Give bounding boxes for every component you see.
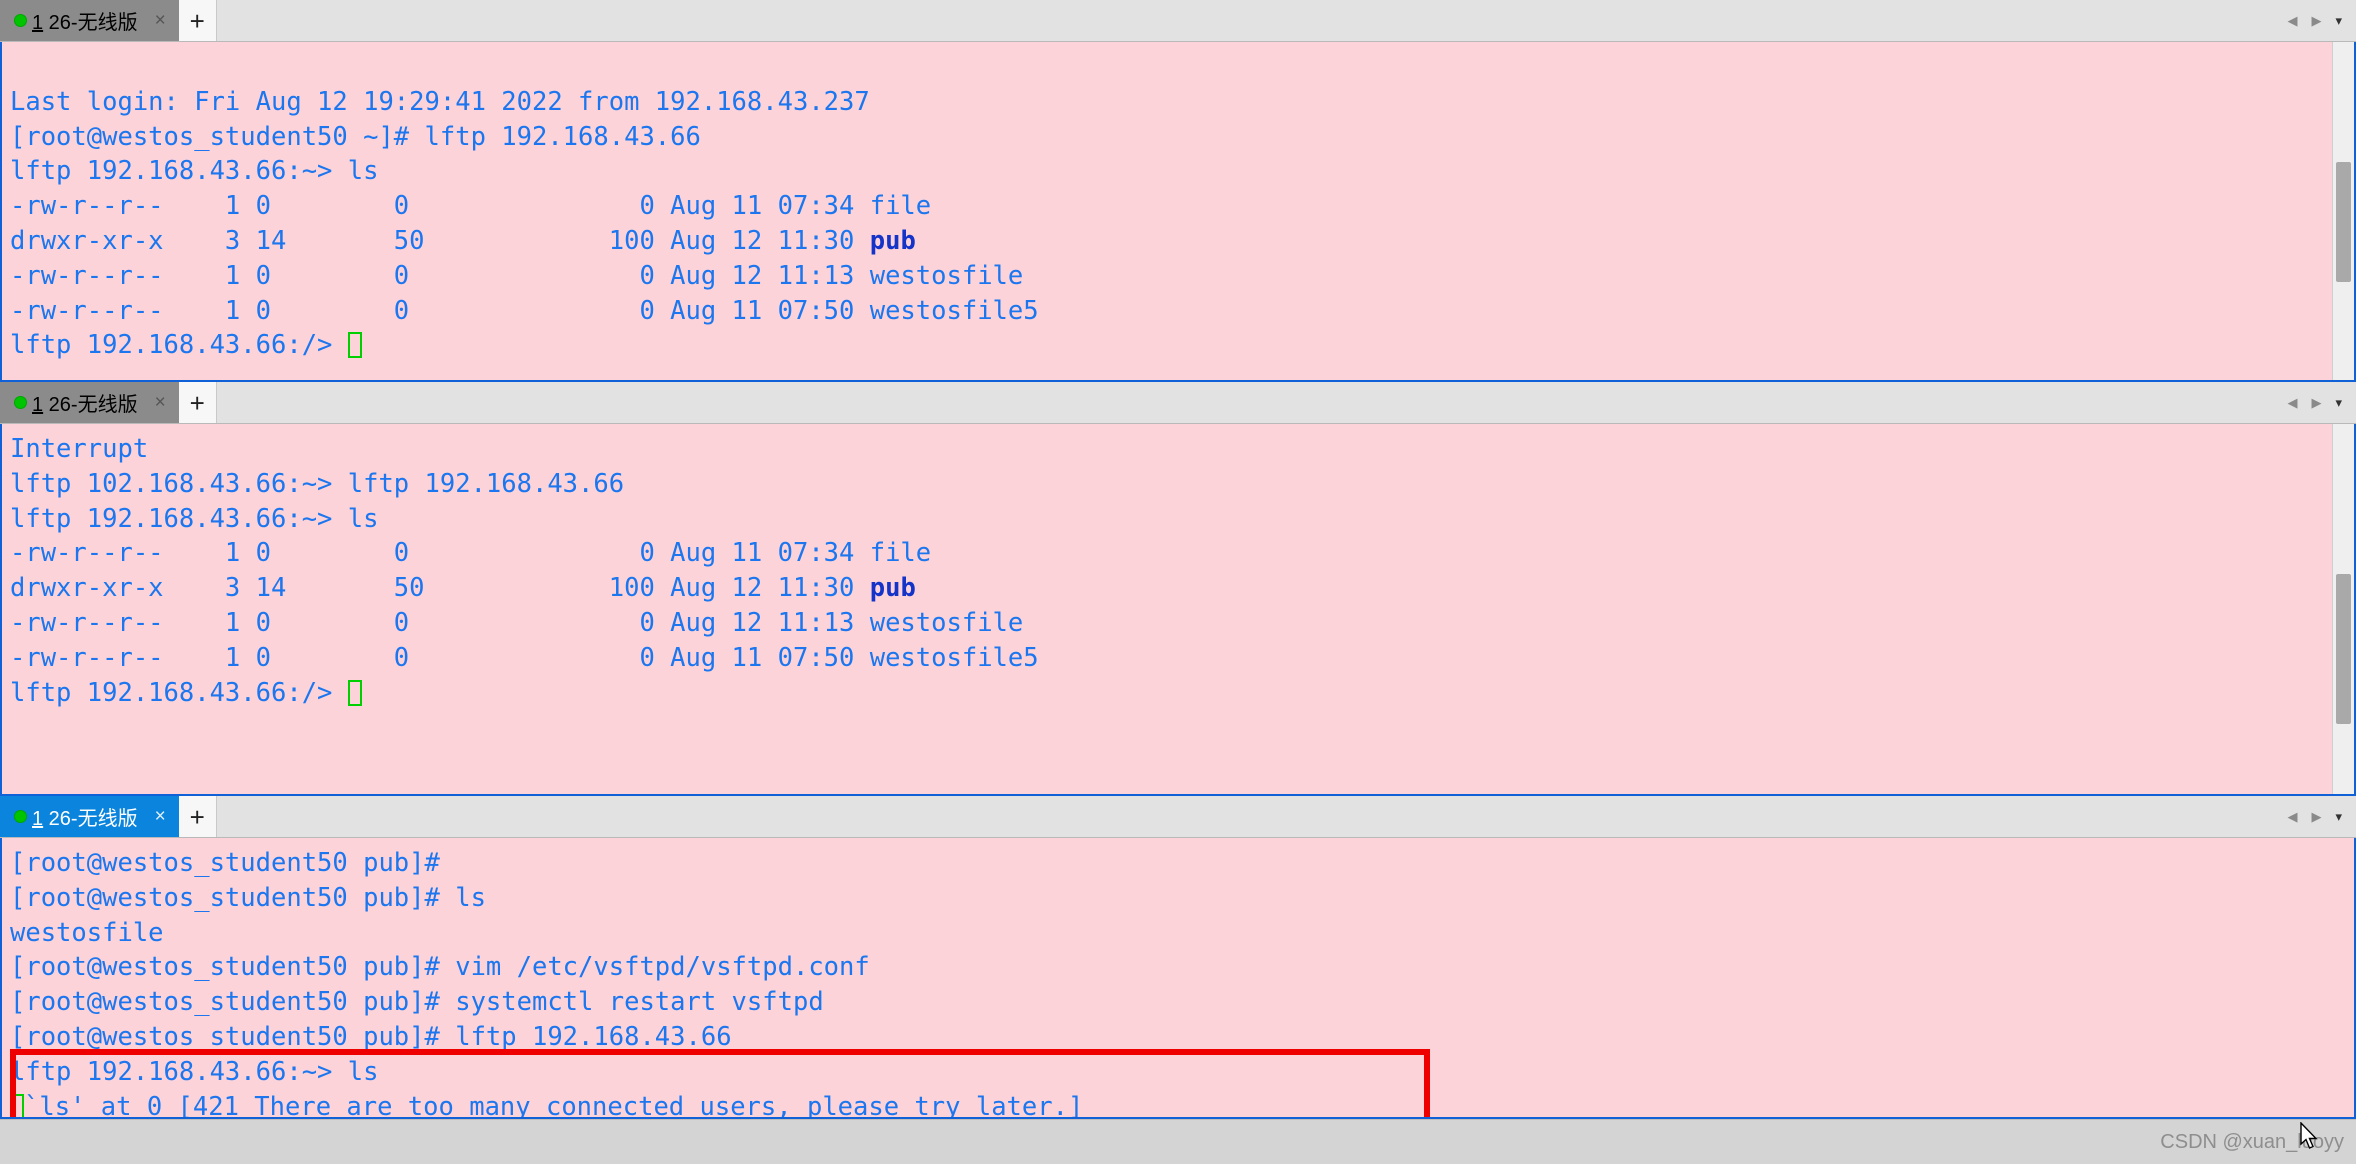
scrollbar-pane-2[interactable] [2332,424,2354,794]
terminal-line: `ls' at 0 [421 There are too many connec… [10,1090,2354,1117]
tab-pane-3[interactable]: 1 26-无线版 × [0,796,179,837]
tab-status-dot-icon [14,810,27,823]
tab-title-text: 26-无线版 [43,394,138,416]
tab-number: 1 [32,12,44,34]
tab-status-dot-icon [14,14,27,27]
terminal-line: [root@westos_student50 pub]# ls [10,882,486,913]
terminal-line: lftp 102.168.43.66:~> lftp 192.168.43.66 [10,468,625,499]
tabbar-pane-3: 1 26-无线版 × + ◀ ▶ ▾ [0,796,2356,838]
new-tab-button[interactable]: + [178,382,217,423]
scroll-right-icon[interactable]: ▶ [2311,13,2321,29]
terminal-line: lftp 192.168.43.66:~> ls [10,1056,379,1087]
tab-number: 1 [32,808,44,830]
tab-label-pane-2: 1 26-无线版 [32,388,138,417]
scroll-left-icon[interactable]: ◀ [2287,809,2297,825]
close-icon[interactable]: × [152,807,169,826]
scroll-right-icon[interactable]: ▶ [2311,395,2321,411]
terminal-line: [root@westos_student50 pub]# systemctl r… [10,987,824,1018]
scroll-right-icon[interactable]: ▶ [2311,809,2321,825]
text-cursor [347,679,362,706]
directory-name: pub [869,225,916,256]
terminal-screen-2[interactable]: Interrupt lftp 102.168.43.66:~> lftp 192.… [2,424,2332,794]
tabbar-pane-2: 1 26-无线版 × + ◀ ▶ ▾ [0,382,2356,424]
close-icon[interactable]: × [152,393,169,412]
scrollbar-thumb[interactable] [2336,574,2351,724]
terminal-line: Interrupt [10,434,149,464]
terminal-screen-1[interactable]: Last login: Fri Aug 12 19:29:41 2022 fro… [2,42,2332,380]
terminal-line: drwxr-xr-x 3 14 50 100 Aug 12 11:30 pub [10,225,916,256]
terminal-line: -rw-r--r-- 1 0 0 0 Aug 11 07:34 file [10,191,932,222]
new-tab-button[interactable]: + [178,0,217,41]
tabbar-controls-3: ◀ ▶ ▾ [2287,796,2356,837]
tab-label-pane-3: 1 26-无线版 [32,802,138,831]
tab-label-pane-1: 1 26-无线版 [32,6,138,35]
text-cursor [10,1093,24,1117]
terminal-line: -rw-r--r-- 1 0 0 0 Aug 12 11:13 westosfi… [10,260,1024,291]
tab-pane-1[interactable]: 1 26-无线版 × [0,0,179,41]
tab-number: 1 [32,394,44,416]
tab-title-text: 26-无线版 [43,808,138,830]
tabbar-spacer-2 [217,382,2288,423]
tab-title-text: 26-无线版 [43,12,138,34]
tab-status-dot-icon [14,396,27,409]
terminal-screen-3[interactable]: [root@westos_student50 pub]# [root@westos… [2,838,2354,1117]
terminal-pane-2[interactable]: Interrupt lftp 102.168.43.66:~> lftp 192.… [0,424,2356,796]
chevron-down-icon[interactable]: ▾ [2335,395,2342,411]
terminal-line: -rw-r--r-- 1 0 0 0 Aug 11 07:34 file [10,538,932,569]
tabbar-pane-1: 1 26-无线版 × + ◀ ▶ ▾ [0,0,2356,42]
terminal-line: [root@westos_student50 pub]# vim /etc/vs… [10,952,870,983]
terminal-application-window: 1 26-无线版 × + ◀ ▶ ▾ Last login: Fri Aug 1… [0,0,2356,1164]
scroll-left-icon[interactable]: ◀ [2287,395,2297,411]
tabbar-spacer-1 [217,0,2288,41]
tabbar-controls-1: ◀ ▶ ▾ [2287,0,2356,41]
terminal-line: westosfile [10,917,164,948]
tab-pane-2[interactable]: 1 26-无线版 × [0,382,179,423]
terminal-line: [root@westos_student50 pub]# [10,848,440,878]
close-icon[interactable]: × [152,11,169,30]
scrollbar-pane-1[interactable] [2332,42,2354,380]
scroll-left-icon[interactable]: ◀ [2287,13,2297,29]
terminal-pane-1[interactable]: Last login: Fri Aug 12 19:29:41 2022 fro… [0,42,2356,382]
terminal-line: [root@westos_student50 pub]# lftp 192.16… [10,1021,732,1052]
terminal-line: -rw-r--r-- 1 0 0 0 Aug 11 07:50 westosfi… [10,642,1039,673]
new-tab-button[interactable]: + [178,796,217,837]
text-cursor [347,332,362,359]
terminal-line: drwxr-xr-x 3 14 50 100 Aug 12 11:30 pub [10,573,916,604]
terminal-line: -rw-r--r-- 1 0 0 0 Aug 12 11:13 westosfi… [10,607,1024,638]
terminal-line: lftp 192.168.43.66:~> ls [10,503,379,534]
terminal-line: -rw-r--r-- 1 0 0 0 Aug 11 07:50 westosfi… [10,295,1039,326]
terminal-pane-3[interactable]: [root@westos_student50 pub]# [root@westos… [0,838,2356,1119]
terminal-line: lftp 192.168.43.66:/> [10,676,2332,711]
chevron-down-icon[interactable]: ▾ [2335,13,2342,29]
status-strip: CSDN @xuan_luoyy [0,1119,2356,1164]
scrollbar-thumb[interactable] [2336,162,2351,282]
terminal-line: lftp 192.168.43.66:~> ls [10,156,379,187]
tabbar-spacer-3 [217,796,2288,837]
directory-name: pub [869,573,916,604]
chevron-down-icon[interactable]: ▾ [2335,809,2342,825]
terminal-line: [root@westos_student50 ~]# lftp 192.168.… [10,121,701,152]
tabbar-controls-2: ◀ ▶ ▾ [2287,382,2356,423]
terminal-line: lftp 192.168.43.66:/> [10,328,2332,363]
terminal-line: Last login: Fri Aug 12 19:29:41 2022 fro… [10,86,870,117]
